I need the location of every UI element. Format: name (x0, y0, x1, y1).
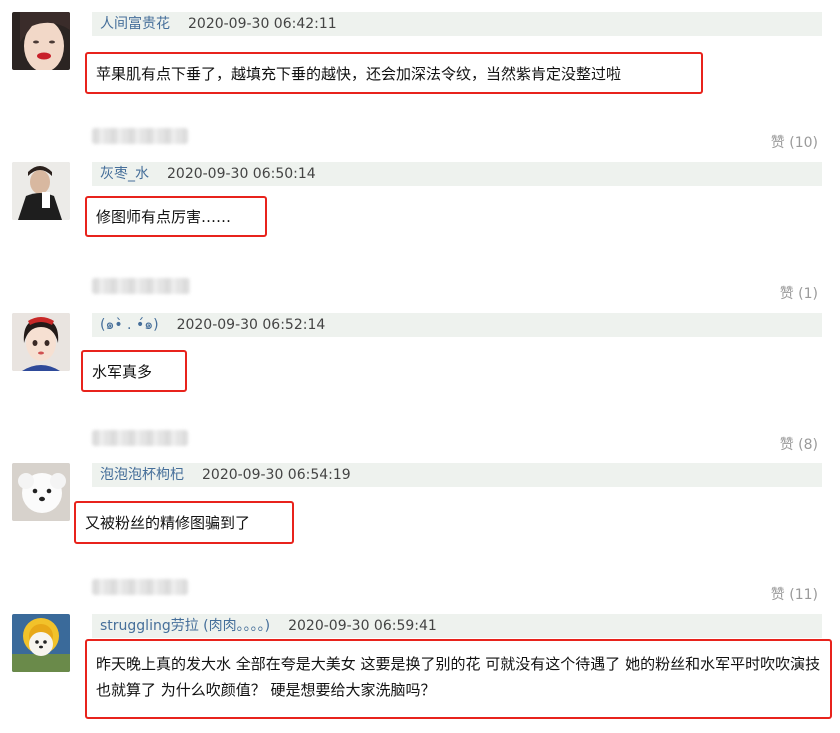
avatar-man-portrait-icon[interactable] (12, 162, 70, 220)
blurred-reply (92, 430, 188, 446)
timestamp: 2020-09-30 06:52:14 (176, 317, 326, 333)
comment-text-content: 苹果肌有点下垂了，越填充下垂的越快，还会加深法令纹，当然紫肯定没整过啦 (96, 64, 622, 83)
username[interactable]: 泡泡泡杯枸杞 (100, 467, 184, 483)
like-button[interactable]: 赞 (8) (780, 434, 818, 454)
username[interactable]: (๑•̀ . •́๑) (100, 317, 159, 333)
like-button[interactable]: 赞 (10) (771, 132, 818, 152)
comment-text: 修图师有点厉害…… (85, 196, 267, 237)
username[interactable]: 人间富贵花 (100, 16, 170, 32)
comment-header: struggling劳拉 (肉肉。。。。) 2020-09-30 06:59:41 (92, 614, 822, 638)
timestamp: 2020-09-30 06:42:11 (188, 16, 337, 32)
comment-text: 又被粉丝的精修图骗到了 (74, 501, 294, 544)
comment-text: 苹果肌有点下垂了，越填充下垂的越快，还会加深法令纹，当然紫肯定没整过啦 (85, 52, 703, 94)
blurred-reply (92, 579, 188, 595)
blurred-reply (92, 128, 188, 144)
avatar-woman-red-lips-icon[interactable] (12, 12, 70, 70)
comment-header: 人间富贵花 2020-09-30 06:42:11 (92, 12, 822, 36)
avatar-cartoon-girl-icon[interactable] (12, 313, 70, 371)
timestamp: 2020-09-30 06:50:14 (167, 166, 316, 182)
comment-text: 昨天晚上真的发大水 全部在夸是大美女 这要是换了别的花 可就没有这个待遇了 她的… (85, 639, 832, 719)
blurred-reply (92, 278, 190, 294)
avatar-sunflower-dog-icon[interactable] (12, 614, 70, 672)
timestamp: 2020-09-30 06:59:41 (288, 618, 437, 634)
like-button[interactable]: 赞 (1) (780, 283, 818, 303)
comment-text-content: 水军真多 (92, 362, 153, 381)
username[interactable]: struggling劳拉 (肉肉。。。。) (100, 618, 270, 634)
timestamp: 2020-09-30 06:54:19 (202, 467, 351, 483)
avatar-white-dog-icon[interactable] (12, 463, 70, 521)
username[interactable]: 灰枣_水 (100, 166, 149, 182)
comment-text-content: 昨天晚上真的发大水 全部在夸是大美女 这要是换了别的花 可就没有这个待遇了 她的… (96, 655, 821, 699)
comment-text: 水军真多 (81, 350, 187, 392)
comment-header: (๑•̀ . •́๑) 2020-09-30 06:52:14 (92, 313, 822, 337)
like-button[interactable]: 赞 (11) (771, 584, 818, 604)
comment-header: 泡泡泡杯枸杞 2020-09-30 06:54:19 (92, 463, 822, 487)
comment-header: 灰枣_水 2020-09-30 06:50:14 (92, 162, 822, 186)
comment-text-content: 修图师有点厉害…… (96, 208, 232, 226)
comment-text-content: 又被粉丝的精修图骗到了 (85, 514, 251, 532)
